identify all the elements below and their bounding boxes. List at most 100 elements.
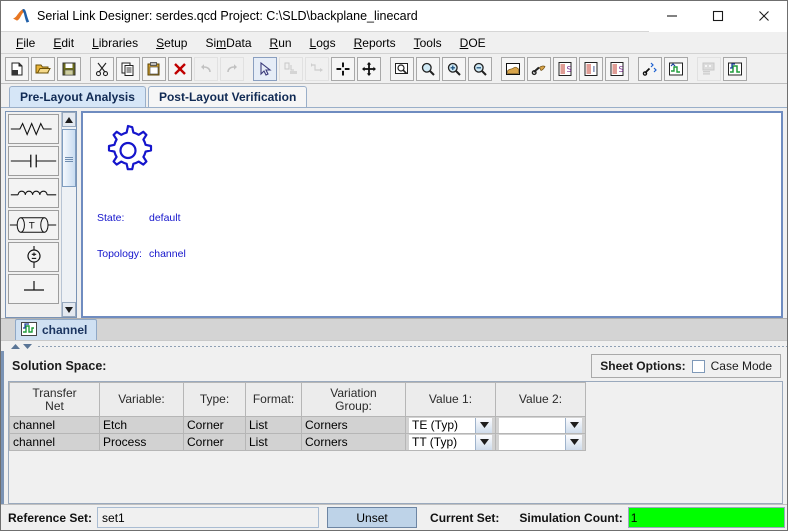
delete-x-icon[interactable] bbox=[168, 56, 192, 81]
cell-value-1[interactable]: TT (Typ) bbox=[405, 433, 496, 451]
schematic-canvas[interactable]: State: default Topology: channel bbox=[81, 111, 783, 318]
zoom-icon[interactable] bbox=[416, 56, 440, 81]
tab-pre-layout-analysis[interactable]: Pre-Layout Analysis bbox=[9, 86, 146, 107]
cell-transfer-net[interactable]: channel bbox=[9, 416, 100, 434]
menu-doe[interactable]: DOE bbox=[451, 34, 495, 52]
cell-type[interactable]: Corner bbox=[183, 416, 246, 434]
menu-logs[interactable]: Logs bbox=[301, 34, 345, 52]
transmission-line-symbol[interactable]: T bbox=[8, 210, 59, 240]
value2-combobox[interactable] bbox=[499, 434, 582, 450]
sheet-options-label: Sheet Options: bbox=[600, 359, 686, 373]
solution-space-table-area: Transfer Net Variable: Type: Format: Var… bbox=[8, 381, 783, 504]
column-header-type[interactable]: Type: bbox=[183, 382, 246, 417]
menu-tools[interactable]: Tools bbox=[405, 34, 451, 52]
menu-edit[interactable]: Edit bbox=[44, 34, 83, 52]
cell-format[interactable]: List bbox=[245, 433, 302, 451]
matlab-membrane-icon bbox=[9, 8, 33, 24]
cell-value-1[interactable]: TE (Typ) bbox=[405, 416, 496, 434]
value2-combobox[interactable] bbox=[499, 417, 582, 433]
cut-scissors-icon[interactable] bbox=[90, 56, 114, 81]
value1-combobox[interactable]: TT (Typ) bbox=[409, 434, 492, 450]
cell-value-2[interactable] bbox=[495, 433, 586, 451]
cell-transfer-net[interactable]: channel bbox=[9, 433, 100, 451]
column-header-variation-group[interactable]: Variation Group: bbox=[301, 382, 406, 417]
cell-value-2[interactable] bbox=[495, 416, 586, 434]
ground-symbol[interactable] bbox=[8, 274, 59, 304]
save-disk-icon[interactable] bbox=[57, 56, 81, 81]
reference-set-value[interactable]: set1 bbox=[97, 507, 320, 528]
simulation-count-value: 1 bbox=[627, 507, 785, 528]
close-button[interactable] bbox=[741, 0, 787, 32]
tab-post-layout-verification[interactable]: Post-Layout Verification bbox=[147, 86, 308, 107]
column-header-value-2[interactable]: Value 2: bbox=[495, 382, 586, 417]
copy-icon[interactable] bbox=[116, 56, 140, 81]
menu-libraries[interactable]: Libraries bbox=[83, 34, 147, 52]
cell-variable[interactable]: Etch bbox=[99, 416, 184, 434]
minimize-button[interactable] bbox=[649, 0, 695, 32]
menu-file[interactable]: File bbox=[7, 34, 44, 52]
chevron-down-icon[interactable] bbox=[475, 417, 492, 433]
zoom-in-icon[interactable] bbox=[442, 56, 466, 81]
panel-splitter[interactable] bbox=[1, 340, 787, 351]
sheet-s2-icon[interactable]: S bbox=[605, 56, 629, 81]
palette-scrollbar[interactable] bbox=[61, 112, 76, 317]
svg-text:S: S bbox=[567, 65, 572, 74]
stackup-edit-icon[interactable] bbox=[527, 56, 551, 81]
menu-bar: File Edit Libraries Setup SimData Run Lo… bbox=[1, 32, 787, 54]
menu-setup[interactable]: Setup bbox=[147, 34, 196, 52]
node-topology-key: Topology: bbox=[97, 248, 142, 260]
select-arrow-icon[interactable] bbox=[253, 56, 277, 81]
pan-move-icon[interactable] bbox=[357, 56, 381, 81]
solution-space-panel: Solution Space: Sheet Options: Case Mode… bbox=[1, 351, 787, 504]
zoom-fit-icon[interactable] bbox=[390, 56, 414, 81]
value1-combobox[interactable]: TE (Typ) bbox=[409, 417, 492, 433]
menu-reports[interactable]: Reports bbox=[345, 34, 405, 52]
palette-scroll-track[interactable] bbox=[62, 127, 76, 302]
chevron-down-icon[interactable] bbox=[565, 434, 582, 450]
menu-run[interactable]: Run bbox=[261, 34, 301, 52]
column-header-variable[interactable]: Variable: bbox=[99, 382, 184, 417]
svg-text:I: I bbox=[593, 65, 595, 74]
sheet-tab-label: channel bbox=[42, 323, 88, 337]
net-view-icon[interactable] bbox=[664, 56, 688, 81]
sheet-tab-channel[interactable]: channel bbox=[15, 319, 98, 340]
cell-format[interactable]: List bbox=[245, 416, 302, 434]
cell-variation-group[interactable]: Corners bbox=[301, 416, 406, 434]
menu-simdata[interactable]: SimData bbox=[196, 34, 260, 52]
header-variation-line1: Variation bbox=[330, 385, 377, 400]
paste-clipboard-icon[interactable] bbox=[142, 56, 166, 81]
cell-variation-group[interactable]: Corners bbox=[301, 433, 406, 451]
unset-button[interactable]: Unset bbox=[327, 507, 418, 528]
waveform-icon[interactable] bbox=[723, 56, 747, 81]
stackup-icon[interactable] bbox=[501, 56, 525, 81]
sheet-s-icon[interactable]: S bbox=[553, 56, 577, 81]
zoom-out-icon[interactable] bbox=[468, 56, 492, 81]
application-window: Serial Link Designer: serdes.qcd Project… bbox=[0, 0, 788, 531]
scroll-down-arrow[interactable] bbox=[62, 302, 76, 317]
voltage-source-symbol[interactable] bbox=[8, 242, 59, 272]
cell-variable[interactable]: Process bbox=[99, 433, 184, 451]
crosshair-icon[interactable] bbox=[331, 56, 355, 81]
scroll-thumb-grip bbox=[65, 156, 73, 162]
chevron-down-icon[interactable] bbox=[475, 434, 492, 450]
resistor-symbol[interactable] bbox=[8, 114, 59, 144]
column-header-value-1[interactable]: Value 1: bbox=[405, 382, 496, 417]
inductor-symbol[interactable] bbox=[8, 178, 59, 208]
chevron-down-icon[interactable] bbox=[565, 417, 582, 433]
column-header-format[interactable]: Format: bbox=[245, 382, 302, 417]
case-mode-checkbox[interactable] bbox=[691, 359, 705, 373]
menu-simdata-rest: Data bbox=[226, 35, 252, 50]
new-icon[interactable] bbox=[5, 56, 29, 81]
table-row[interactable]: channel Etch Corner List Corners TE (Typ… bbox=[9, 416, 586, 434]
palette-scroll-thumb[interactable] bbox=[62, 129, 76, 187]
scroll-up-arrow[interactable] bbox=[62, 112, 76, 127]
table-row[interactable]: channel Process Corner List Corners TT (… bbox=[9, 433, 586, 451]
open-folder-icon[interactable] bbox=[31, 56, 55, 81]
capacitor-symbol[interactable] bbox=[8, 146, 59, 176]
maximize-button[interactable] bbox=[695, 0, 741, 32]
channel-block-node[interactable]: State: default Topology: channel bbox=[97, 121, 217, 284]
net-tools-icon[interactable] bbox=[638, 56, 662, 81]
column-header-transfer-net[interactable]: Transfer Net bbox=[9, 382, 100, 417]
cell-type[interactable]: Corner bbox=[183, 433, 246, 451]
sheet-i-icon[interactable]: I bbox=[579, 56, 603, 81]
